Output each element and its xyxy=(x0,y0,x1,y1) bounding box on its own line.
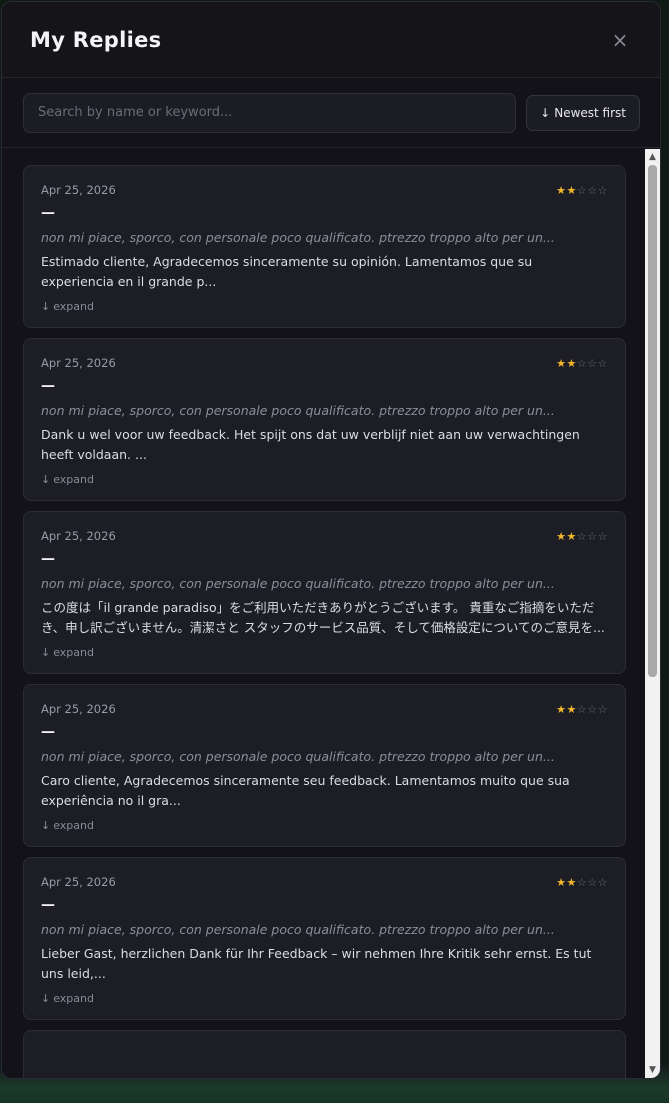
star-filled-icon: ★ xyxy=(556,183,567,197)
star-filled-icon: ★ xyxy=(566,702,577,716)
star-filled-icon: ★ xyxy=(566,183,577,197)
expand-label: expand xyxy=(53,473,94,486)
star-empty-icon: ☆ xyxy=(597,356,608,370)
reviewer-name: — xyxy=(41,205,55,221)
reviewer-name: — xyxy=(41,378,55,394)
reply-card-header: Apr 25, 2026 ★★☆☆☆ xyxy=(41,702,608,716)
reply-card[interactable]: Apr 25, 2026 ★★☆☆☆ — non mi piace, sporco, … xyxy=(23,684,626,847)
expand-label: expand xyxy=(53,819,94,832)
star-rating: ★★☆☆☆ xyxy=(556,876,608,889)
reply-date: Apr 25, 2026 xyxy=(41,356,116,370)
reply-card[interactable]: Apr 25, 2026 ★★☆☆☆ — non mi piace, sporco, … xyxy=(23,338,626,501)
expand-button[interactable]: ↓ expand xyxy=(41,473,608,486)
star-filled-icon: ★ xyxy=(566,529,577,543)
star-empty-icon: ☆ xyxy=(597,702,608,716)
arrow-down-icon: ↓ xyxy=(41,646,51,659)
arrow-down-icon: ↓ xyxy=(41,992,51,1005)
review-text: non mi piace, sporco, con personale poco… xyxy=(41,576,555,591)
star-empty-icon: ☆ xyxy=(587,529,598,543)
arrow-down-icon: ↓ xyxy=(41,300,51,313)
star-filled-icon: ★ xyxy=(556,702,567,716)
star-empty-icon: ☆ xyxy=(597,183,608,197)
scrollbar[interactable]: ▲ ▼ xyxy=(645,149,660,1078)
reply-date: Apr 25, 2026 xyxy=(41,529,116,543)
arrow-down-icon: ↓ xyxy=(540,105,551,120)
star-filled-icon: ★ xyxy=(566,356,577,370)
reply-card[interactable]: Apr 25, 2026 ★★☆☆☆ — non mi piace, sporco, … xyxy=(23,857,626,1020)
reply-card[interactable]: Apr 25, 2026 ★★☆☆☆ — non mi piace, sporco, … xyxy=(23,511,626,674)
expand-label: expand xyxy=(53,992,94,1005)
reply-text: Caro cliente, Agradecemos sinceramente s… xyxy=(41,773,570,808)
review-text: non mi piace, sporco, con personale poco… xyxy=(41,922,555,937)
star-rating: ★★☆☆☆ xyxy=(556,357,608,370)
scroll-up-icon[interactable]: ▲ xyxy=(645,149,660,165)
arrow-down-icon: ↓ xyxy=(41,819,51,832)
star-empty-icon: ☆ xyxy=(576,183,588,197)
reply-date: Apr 25, 2026 xyxy=(41,702,116,716)
star-empty-icon: ☆ xyxy=(576,356,588,370)
arrow-down-icon: ↓ xyxy=(41,473,51,486)
star-empty-icon: ☆ xyxy=(587,356,598,370)
scroll-down-icon[interactable]: ▼ xyxy=(645,1062,660,1078)
my-replies-modal: My Replies × ↓ Newest first Apr 25, 2026… xyxy=(1,1,661,1079)
star-filled-icon: ★ xyxy=(556,356,567,370)
reviewer-name: — xyxy=(41,897,55,913)
star-filled-icon: ★ xyxy=(566,875,577,889)
star-filled-icon: ★ xyxy=(556,529,567,543)
star-empty-icon: ☆ xyxy=(597,529,608,543)
reply-card-header: Apr 25, 2026 ★★☆☆☆ xyxy=(41,875,608,889)
reply-card-header: Apr 25, 2026 ★★☆☆☆ xyxy=(41,356,608,370)
reply-text: Lieber Gast, herzlichen Dank für Ihr Fee… xyxy=(41,946,592,981)
reviewer-name: — xyxy=(41,551,55,567)
reply-card[interactable] xyxy=(23,1030,626,1078)
sort-label: Newest first xyxy=(554,105,626,120)
expand-label: expand xyxy=(53,646,94,659)
star-empty-icon: ☆ xyxy=(576,702,588,716)
modal-header: My Replies × xyxy=(2,2,660,78)
sort-button[interactable]: ↓ Newest first xyxy=(526,94,640,131)
search-input[interactable] xyxy=(23,92,517,133)
modal-title: My Replies xyxy=(30,27,162,52)
review-text: non mi piace, sporco, con personale poco… xyxy=(41,749,555,764)
expand-button[interactable]: ↓ expand xyxy=(41,819,608,832)
reply-card-header: Apr 25, 2026 ★★☆☆☆ xyxy=(41,529,608,543)
star-filled-icon: ★ xyxy=(556,875,567,889)
expand-button[interactable]: ↓ expand xyxy=(41,646,608,659)
review-text: non mi piace, sporco, con personale poco… xyxy=(41,230,555,245)
replies-list-viewport[interactable]: Apr 25, 2026 ★★☆☆☆ — non mi piace, sporco, … xyxy=(2,149,660,1078)
star-rating: ★★☆☆☆ xyxy=(556,184,608,197)
reply-text: この度は「il grande paradiso」をご利用いただきありがとうござい… xyxy=(41,600,605,635)
toolbar: ↓ Newest first xyxy=(2,78,660,148)
reply-date: Apr 25, 2026 xyxy=(41,875,116,889)
review-text: non mi piace, sporco, con personale poco… xyxy=(41,403,555,418)
star-empty-icon: ☆ xyxy=(587,875,598,889)
reply-card[interactable]: Apr 25, 2026 ★★☆☆☆ — non mi piace, sporco, … xyxy=(23,165,626,328)
close-icon[interactable]: × xyxy=(608,28,632,52)
reply-text: Dank u wel voor uw feedback. Het spijt o… xyxy=(41,427,580,462)
expand-label: expand xyxy=(53,300,94,313)
star-empty-icon: ☆ xyxy=(576,875,588,889)
star-empty-icon: ☆ xyxy=(576,529,588,543)
scrollbar-thumb[interactable] xyxy=(648,165,657,677)
star-empty-icon: ☆ xyxy=(597,875,608,889)
star-empty-icon: ☆ xyxy=(587,702,598,716)
replies-list: Apr 25, 2026 ★★☆☆☆ — non mi piace, sporco, … xyxy=(23,165,626,1078)
reviewer-name: — xyxy=(41,724,55,740)
reply-date: Apr 25, 2026 xyxy=(41,183,116,197)
expand-button[interactable]: ↓ expand xyxy=(41,992,608,1005)
reply-text: Estimado cliente, Agradecemos sinceramen… xyxy=(41,254,533,289)
star-empty-icon: ☆ xyxy=(587,183,598,197)
expand-button[interactable]: ↓ expand xyxy=(41,300,608,313)
reply-card-header: Apr 25, 2026 ★★☆☆☆ xyxy=(41,183,608,197)
star-rating: ★★☆☆☆ xyxy=(556,530,608,543)
star-rating: ★★☆☆☆ xyxy=(556,703,608,716)
